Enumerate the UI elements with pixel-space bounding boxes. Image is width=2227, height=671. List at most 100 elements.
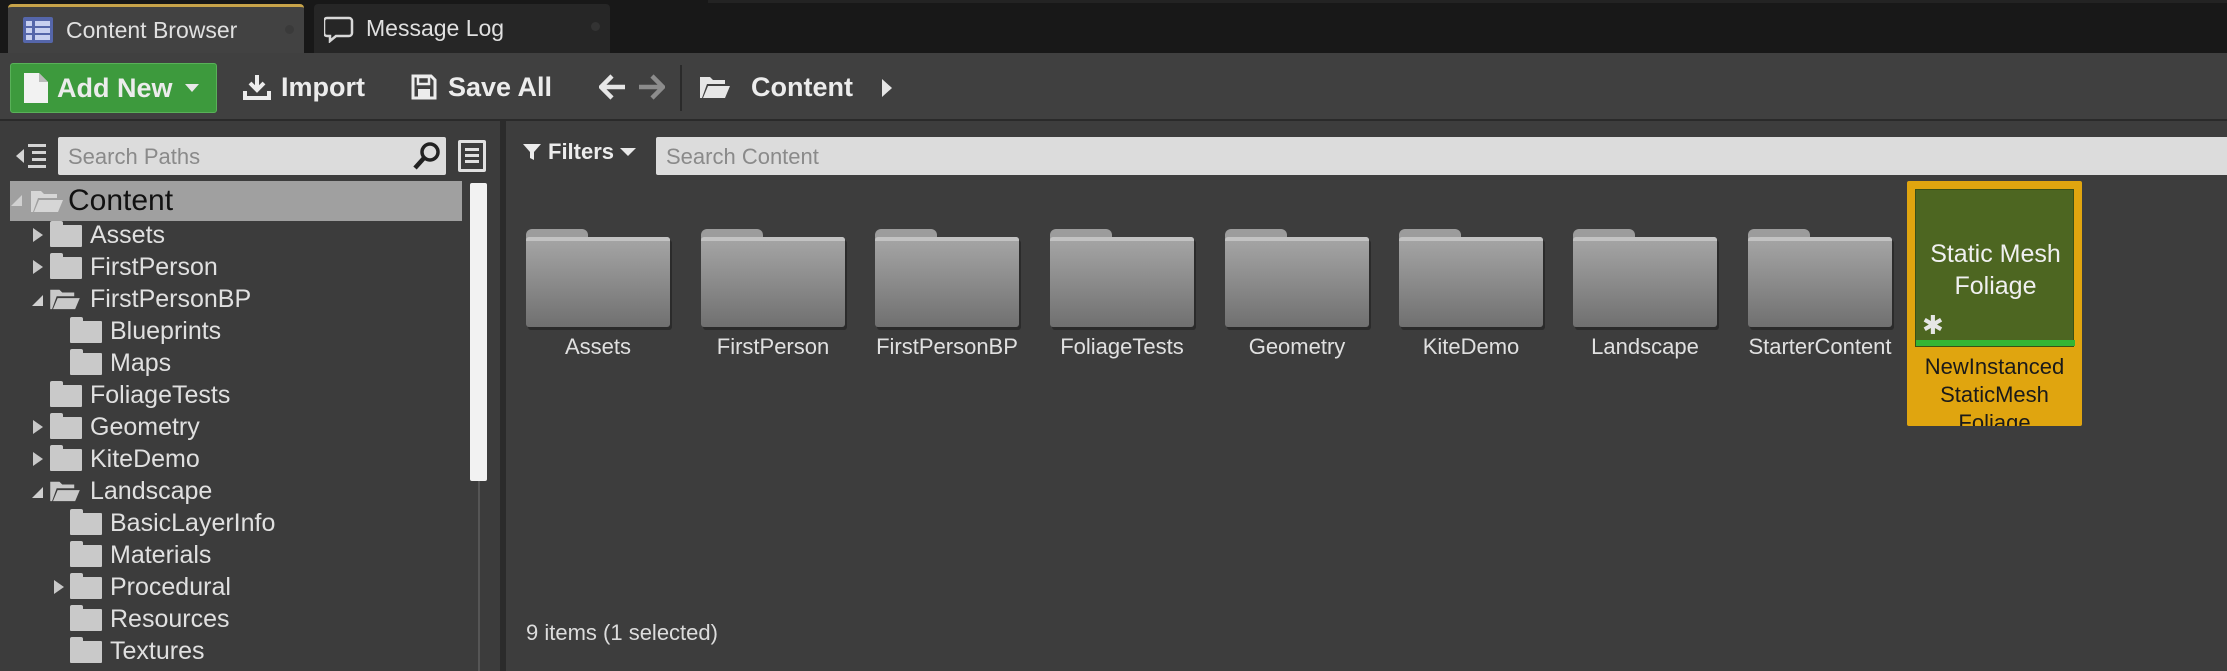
asset-type-bar: [1916, 340, 2075, 346]
search-content-box[interactable]: [656, 137, 2227, 177]
folder-tile[interactable]: FirstPersonBP: [867, 201, 1027, 421]
add-new-button[interactable]: Add New: [10, 63, 217, 113]
asset-name: NewInstanced StaticMesh Foliage: [1924, 354, 2065, 426]
folder-icon: [70, 541, 102, 567]
tree-item-materials[interactable]: Materials: [10, 539, 465, 571]
toolbar-divider: [680, 65, 682, 111]
folder-open-icon: [50, 289, 80, 310]
filters-button[interactable]: Filters: [522, 139, 637, 165]
folder-tile[interactable]: Assets: [518, 201, 678, 421]
folder-tile-label: KiteDemo: [1422, 334, 1520, 359]
tab-content-browser[interactable]: Content Browser: [8, 4, 304, 53]
tree-item-landscape[interactable]: Landscape: [10, 475, 465, 507]
tree-item-basiclayerinfo[interactable]: BasicLayerInfo: [10, 507, 465, 539]
tree-item-label: Content: [68, 184, 174, 217]
collapse-arrow-icon[interactable]: [32, 295, 43, 306]
folder-tile[interactable]: Geometry: [1217, 201, 1377, 421]
save-all-label: Save All: [448, 71, 553, 102]
search-content-input[interactable]: [656, 137, 2168, 177]
folder-tile[interactable]: StarterContent: [1740, 201, 1900, 421]
expand-arrow-icon[interactable]: [54, 580, 64, 594]
folder-icon: [70, 573, 102, 599]
chevron-down-icon: [620, 148, 637, 156]
search-paths-input[interactable]: [58, 137, 400, 177]
collapse-arrow-icon[interactable]: [11, 195, 22, 206]
folder-icon: [875, 229, 1019, 327]
folder-icon: [50, 413, 82, 439]
tree-item-resources[interactable]: Resources: [10, 603, 465, 635]
folder-icon: [50, 445, 82, 471]
folder-icon: [701, 229, 845, 327]
tree-item-geometry[interactable]: Geometry: [10, 411, 465, 443]
expand-arrow-icon[interactable]: [33, 452, 43, 466]
tree-item-label: FoliageTests: [90, 380, 231, 409]
folder-icon: [1399, 229, 1543, 327]
asset-tile-selected[interactable]: Static Mesh Foliage ✱ NewInstanced Stati…: [1907, 181, 2082, 426]
folder-icon: [70, 637, 102, 663]
tree-item-textures[interactable]: Textures: [10, 635, 465, 667]
asset-thumbnail-label: Static Mesh Foliage: [1930, 240, 2061, 300]
tree-item-assets[interactable]: Assets: [10, 219, 465, 251]
tab-strip: [708, 0, 2227, 3]
collapse-arrow-icon[interactable]: [32, 487, 43, 498]
message-log-icon: [324, 16, 354, 43]
tree-item-label: Resources: [110, 604, 230, 633]
back-arrow-icon[interactable]: [599, 74, 627, 100]
tree-item-kitedemo[interactable]: KiteDemo: [10, 443, 465, 475]
folder-icon: [70, 349, 102, 375]
tree-item-procedural[interactable]: Procedural: [10, 571, 465, 603]
close-icon[interactable]: [285, 25, 294, 34]
tab-label: Content Browser: [66, 16, 238, 43]
tree-scrollbar-thumb[interactable]: [470, 183, 487, 481]
folder-open-icon: [700, 77, 730, 98]
filter-icon: [523, 144, 541, 160]
folder-tile[interactable]: FoliageTests: [1042, 201, 1202, 421]
close-icon[interactable]: [591, 22, 600, 31]
folder-tile-label: Landscape: [1591, 334, 1699, 359]
view-options-button[interactable]: [458, 140, 486, 172]
folder-tile[interactable]: KiteDemo: [1391, 201, 1551, 421]
content-panel: Filters Assets FirstPerson FirstPersonBP…: [506, 121, 2227, 671]
expand-arrow-icon[interactable]: [33, 260, 43, 274]
import-button[interactable]: Import: [243, 67, 365, 107]
tree-item-maps[interactable]: Maps: [10, 347, 465, 379]
tree-toggle-icon[interactable]: [14, 141, 48, 171]
expand-arrow-icon[interactable]: [33, 228, 43, 242]
content-browser-icon: [23, 17, 53, 43]
folder-tile-label: FoliageTests: [1060, 334, 1184, 359]
folder-open-icon: [50, 481, 80, 502]
tree-item-label: Landscape: [90, 476, 213, 505]
breadcrumb-arrow-icon[interactable]: [881, 78, 893, 98]
folder-tile[interactable]: Landscape: [1565, 201, 1725, 421]
breadcrumb[interactable]: Content: [699, 67, 853, 107]
tree-item-firstpersonbp[interactable]: FirstPersonBP: [10, 283, 465, 315]
folder-icon: [50, 381, 82, 407]
tree-item-blueprints[interactable]: Blueprints: [10, 315, 465, 347]
chevron-down-icon: [184, 84, 199, 92]
new-file-icon: [24, 73, 48, 103]
tree-item-content[interactable]: Content: [10, 181, 462, 221]
folder-icon: [526, 229, 670, 327]
expand-arrow-icon[interactable]: [33, 420, 43, 434]
folder-tile-label: StarterContent: [1748, 334, 1892, 359]
tree-scrollbar-track[interactable]: [478, 481, 480, 671]
filters-label: Filters: [548, 139, 615, 164]
tree-item-label: Geometry: [90, 412, 200, 441]
save-all-button[interactable]: Save All: [410, 67, 552, 107]
folder-tile-label: Geometry: [1248, 334, 1346, 359]
folder-icon: [70, 509, 102, 535]
search-paths-box[interactable]: [58, 137, 446, 177]
tree-item-label: FirstPersonBP: [90, 284, 252, 313]
tree-item-label: Assets: [90, 220, 166, 249]
tree-item-label: Materials: [110, 540, 212, 569]
folder-tile[interactable]: FirstPerson: [693, 201, 853, 421]
tree-item-foliagetests[interactable]: FoliageTests: [10, 379, 465, 411]
toolbar: Add New Import Save All Content: [0, 53, 2227, 121]
folder-icon: [50, 253, 82, 279]
tree-item-label: Procedural: [110, 572, 231, 601]
tree-item-firstperson[interactable]: FirstPerson: [10, 251, 465, 283]
tree-item-label: Textures: [110, 636, 205, 665]
save-icon: [411, 74, 437, 100]
forward-arrow-icon[interactable]: [637, 74, 665, 100]
tab-message-log[interactable]: Message Log: [314, 4, 610, 53]
